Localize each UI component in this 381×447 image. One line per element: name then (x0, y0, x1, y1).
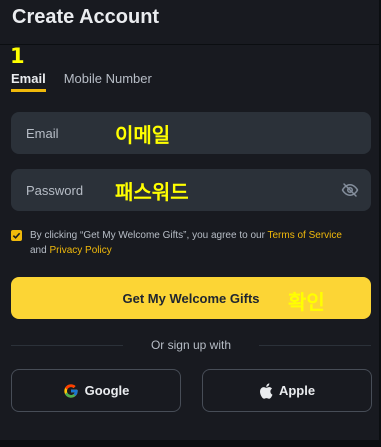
terms-text: By clicking “Get My Welcome Gifts”, you … (30, 228, 342, 258)
email-placeholder: Email (26, 125, 59, 141)
checkmark-icon (12, 232, 21, 239)
bottom-edge (0, 440, 381, 447)
divider-line-right (259, 345, 371, 346)
google-label: Google (84, 383, 130, 398)
password-placeholder: Password (26, 182, 84, 198)
password-field[interactable]: Password 패스워드 (11, 169, 371, 211)
annotation-email: 이메일 (115, 122, 171, 147)
terms-and: and (30, 245, 50, 256)
social-divider: Or sign up with (11, 337, 371, 353)
tab-email[interactable]: Email (11, 71, 46, 92)
get-welcome-gifts-button[interactable]: Get My Welcome Gifts 확인 (11, 277, 371, 319)
eye-off-icon[interactable] (341, 181, 359, 199)
annotation-step-number: 1 (10, 44, 25, 68)
terms-checkbox[interactable] (11, 230, 22, 241)
privacy-policy-link[interactable]: Privacy Policy (49, 245, 111, 256)
annotation-password: 패스워드 (115, 179, 189, 204)
apple-icon (259, 382, 273, 399)
terms-of-service-link[interactable]: Terms of Service (268, 230, 342, 241)
signup-method-tabs: Email Mobile Number (11, 71, 152, 92)
page-title: Create Account (12, 6, 160, 28)
terms-agreement: By clicking “Get My Welcome Gifts”, you … (11, 228, 373, 258)
terms-prefix: By clicking “Get My Welcome Gifts”, you … (30, 230, 268, 241)
get-welcome-gifts-label: Get My Welcome Gifts (122, 290, 260, 306)
tab-mobile-number[interactable]: Mobile Number (64, 71, 152, 92)
email-field[interactable]: Email 이메일 (11, 112, 371, 154)
google-icon (63, 383, 78, 398)
apple-label: Apple (278, 383, 316, 398)
annotation-confirm: 확인 (288, 290, 325, 314)
google-signup-button[interactable]: Google (11, 369, 181, 412)
header-divider (0, 44, 381, 45)
apple-signup-button[interactable]: Apple (202, 369, 372, 412)
